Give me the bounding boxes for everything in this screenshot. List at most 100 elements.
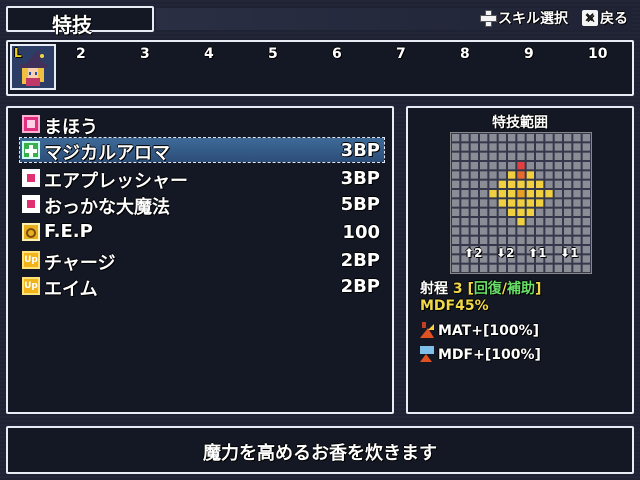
dpad-icon [480,10,497,27]
party-slot-1[interactable]: L [10,44,56,90]
party-slot-8[interactable]: 8 [460,46,470,62]
skill-row-air-pressure[interactable]: エアプレッシャー 3BP [20,166,384,192]
category-support: 補助 [507,281,536,297]
skill-select-hint[interactable]: スキル選択 [480,8,568,28]
skill-cost: 2BP [340,250,380,271]
range-cell [564,218,572,226]
party-slot-6[interactable]: 6 [332,46,342,62]
range-cell [536,190,544,198]
range-cell [489,199,497,207]
party-slot-9[interactable]: 9 [524,46,534,62]
range-cell [526,180,534,188]
range-cell [480,162,488,170]
range-cell [564,152,572,160]
mdf-up-icon [420,346,434,362]
range-cell [470,190,478,198]
range-cell [470,171,478,179]
modifier-down-2: ⬇1 [560,246,579,260]
range-cell [526,227,534,235]
skill-cost: 2BP [340,276,380,297]
range-cell [545,227,553,235]
range-cell [498,208,506,216]
skill-row-magical-aroma[interactable]: マジカルアロマ 3BP [19,137,385,164]
range-cell [536,227,544,235]
range-cell [536,162,544,170]
range-cell [554,190,562,198]
back-hint[interactable]: ✕ 戻る [582,8,628,28]
range-cell [470,180,478,188]
range-cell [526,152,534,160]
range-cell [582,143,590,151]
skill-name: エイム [44,279,98,300]
range-cell [470,236,478,244]
party-slot-7[interactable]: 7 [396,46,406,62]
heal-cross-icon [22,141,40,159]
party-slot-2[interactable]: 2 [76,46,86,62]
range-cell [480,171,488,179]
range-cell [498,171,506,179]
range-cell [517,162,525,170]
mdf-line: MDF45% [420,298,489,314]
range-cell [452,208,460,216]
range-cell [545,162,553,170]
skill-category-magic[interactable]: まほう [20,112,384,138]
range-cell [554,171,562,179]
range-cell [517,218,525,226]
range-cell [489,218,497,226]
category-heal: 回復 [473,281,502,297]
range-cell [517,171,525,179]
buff-icon: Up [22,251,40,269]
category-bracket-close: ] [535,281,542,297]
range-cell [564,227,572,235]
party-slot-10[interactable]: 10 [588,46,607,62]
range-cell [452,134,460,142]
range-cell [582,134,590,142]
range-title: 特技範囲 [492,115,548,131]
range-cell [470,199,478,207]
range-cell [498,134,506,142]
skill-row-charge[interactable]: Up チャージ 2BP [20,248,384,274]
range-cell [526,199,534,207]
leader-mark: L [14,46,22,60]
range-cell [452,180,460,188]
range-cell [554,162,562,170]
range-cell [517,180,525,188]
range-value: 3 [452,281,463,297]
range-cell [461,162,469,170]
modifier-down-1: ⬇2 [496,246,515,260]
range-cell [470,134,478,142]
range-cell [554,218,562,226]
range-cell [573,227,581,235]
party-slot-5[interactable]: 5 [268,46,278,62]
range-cell [545,180,553,188]
range-cell [545,208,553,216]
party-strip: L 2 3 4 5 6 7 8 9 10 [6,40,634,96]
range-cell [452,218,460,226]
range-cell [536,143,544,151]
party-slot-4[interactable]: 4 [204,46,214,62]
range-cell [498,218,506,226]
range-cell [508,134,516,142]
range-cell [545,218,553,226]
range-cell [582,218,590,226]
range-cell [582,190,590,198]
skill-row-aim[interactable]: Up エイム 2BP [20,274,384,300]
skill-row-okkana-daimahou[interactable]: おっかな大魔法 5BP [20,192,384,218]
effect-mat-text: MAT+[100%] [438,323,540,339]
range-cell [489,227,497,235]
range-cell [508,208,516,216]
range-cell [573,218,581,226]
party-slot-3[interactable]: 3 [140,46,150,62]
range-cell [564,199,572,207]
range-cell [517,199,525,207]
range-cell [564,236,572,244]
range-cell [564,134,572,142]
skill-cost: 3BP [340,140,380,161]
range-cell [564,143,572,151]
range-cell [554,143,562,151]
skill-row-fep[interactable]: F.E.P 100 [20,220,384,244]
range-cell [452,190,460,198]
range-cell [489,143,497,151]
help-text: 魔力を高めるお香を炊きます [203,443,437,464]
range-cell [498,152,506,160]
